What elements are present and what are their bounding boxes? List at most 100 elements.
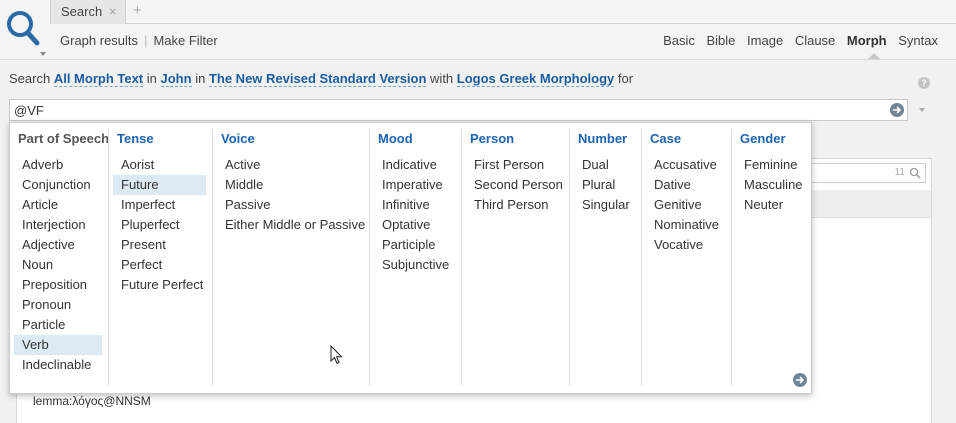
column-items: Adverb Conjunction Article Interjection Adje… [14, 155, 102, 375]
column-items: First Person Second Person Third Person [466, 155, 563, 215]
column-items: Indicative Imperative Infinitive Optative Pa… [374, 155, 455, 275]
tab-strip: Search × + [50, 0, 956, 24]
column-gender: Gender Feminine Masculine Neuter [731, 129, 811, 385]
column-items: Feminine Masculine Neuter [736, 155, 805, 215]
add-tab-icon[interactable]: + [133, 2, 142, 19]
morph-option[interactable]: Passive [217, 195, 363, 215]
morph-option[interactable]: Adjective [14, 235, 102, 255]
morph-option[interactable]: Preposition [14, 275, 102, 295]
morph-option[interactable]: Interjection [14, 215, 102, 235]
query-input[interactable] [14, 102, 874, 118]
more-arrow-icon[interactable] [793, 373, 807, 387]
morph-option[interactable]: First Person [466, 155, 563, 175]
morph-option[interactable]: Present [113, 235, 206, 255]
morphology-selector[interactable]: Logos Greek Morphology [456, 71, 615, 87]
column-items: Dual Plural Singular [574, 155, 635, 215]
morph-option[interactable]: Future [113, 175, 206, 195]
morph-option[interactable]: Optative [374, 215, 455, 235]
result-row-text[interactable]: lemma:λόγος@NNSM [33, 394, 151, 408]
go-arrow-icon[interactable] [890, 103, 904, 117]
column-tense: Tense Aorist Future Imperfect Pluperfect Pre… [108, 129, 212, 385]
morph-option[interactable]: Either Middle or Passive [217, 215, 365, 235]
morph-option[interactable]: Future Perfect [113, 275, 206, 295]
morph-option[interactable]: Vocative [646, 235, 725, 255]
query-box [9, 99, 908, 121]
morph-option[interactable]: Article [14, 195, 102, 215]
morph-option[interactable]: Participle [374, 235, 455, 255]
morph-option[interactable]: Noun [14, 255, 102, 275]
tab-image[interactable]: Image [747, 33, 783, 48]
morph-option[interactable]: Indicative [374, 155, 455, 175]
help-icon[interactable]: ? [918, 77, 930, 89]
morph-option[interactable]: Neuter [736, 195, 805, 215]
make-filter-button[interactable]: Make Filter [153, 33, 217, 48]
column-case: Case Accusative Dative Genitive Nominative V… [641, 129, 731, 385]
morph-option[interactable]: Imperative [374, 175, 455, 195]
column-part-of-speech: Part of Speech Adverb Conjunction Article I… [10, 129, 110, 385]
morph-option[interactable]: Genitive [646, 195, 725, 215]
column-person: Person First Person Second Person Third Pe… [461, 129, 569, 385]
column-header: Case [650, 131, 682, 146]
morph-option[interactable]: Active [217, 155, 363, 175]
tab-bible[interactable]: Bible [707, 33, 736, 48]
column-mood: Mood Indicative Imperative Infinitive Optat… [369, 129, 461, 385]
morph-option[interactable]: Verb [14, 335, 102, 355]
in-label-2: in [195, 71, 206, 86]
column-items: Aorist Future Imperfect Pluperfect Present Pe… [113, 155, 206, 295]
tab-basic[interactable]: Basic [663, 33, 695, 48]
morph-option[interactable]: Imperfect [113, 195, 206, 215]
search-icon [909, 167, 921, 182]
search-logo-icon[interactable] [0, 0, 50, 60]
morph-option[interactable]: Indeclinable [14, 355, 102, 375]
tab-morph[interactable]: Morph [847, 33, 887, 48]
results-count: 11 [894, 167, 905, 178]
morph-option[interactable]: Dative [646, 175, 725, 195]
morph-option[interactable]: Nominative [646, 215, 725, 235]
column-header: Mood [378, 131, 413, 146]
version-selector[interactable]: The New Revised Standard Version [208, 71, 427, 87]
column-header: Number [578, 131, 628, 146]
scope-selector[interactable]: All Morph Text [53, 71, 144, 87]
column-header: Part of Speech [18, 131, 110, 146]
morph-option[interactable]: Pluperfect [113, 215, 206, 235]
toolbar-links: Graph results | Make Filter [60, 33, 218, 48]
morph-option[interactable]: Feminine [736, 155, 805, 175]
morph-option[interactable]: Masculine [736, 175, 805, 195]
morph-option[interactable]: Pronoun [14, 295, 102, 315]
column-voice: Voice Active Middle Passive Either Middle o… [212, 129, 369, 385]
tab-search[interactable]: Search × [50, 0, 126, 24]
morph-option[interactable]: Adverb [14, 155, 102, 175]
morph-option[interactable]: Singular [574, 195, 635, 215]
for-label: for [617, 71, 634, 86]
morph-option[interactable]: Second Person [466, 175, 563, 195]
morph-option[interactable]: Perfect [113, 255, 206, 275]
morph-option[interactable]: Dual [574, 155, 635, 175]
morph-option[interactable]: Particle [14, 315, 102, 335]
morph-option[interactable]: Accusative [646, 155, 725, 175]
tab-label: Search [61, 4, 103, 19]
column-header: Person [470, 131, 515, 146]
morph-option[interactable]: Middle [217, 175, 363, 195]
history-dropdown-icon[interactable] [919, 108, 925, 112]
toolbar-separator: | [144, 33, 148, 48]
with-label: with [430, 71, 454, 86]
morph-option[interactable]: Plural [574, 175, 635, 195]
tab-syntax[interactable]: Syntax [898, 33, 938, 48]
column-items: Active Middle Passive Either Middle or Pass… [217, 155, 365, 235]
morph-option[interactable]: Subjunctive [374, 255, 455, 275]
morph-option[interactable]: Aorist [113, 155, 206, 175]
search-description: Search All Morph Text in John in The New… [9, 71, 634, 87]
active-mode-pointer [868, 53, 880, 59]
tab-clause[interactable]: Clause [795, 33, 835, 48]
results-filter-input[interactable]: 11 [806, 163, 926, 183]
column-header: Gender [740, 131, 786, 146]
morph-option[interactable]: Third Person [466, 195, 563, 215]
column-number: Number Dual Plural Singular [569, 129, 641, 385]
morph-option[interactable]: Conjunction [14, 175, 102, 195]
graph-results-button[interactable]: Graph results [60, 33, 138, 48]
morph-option[interactable]: Infinitive [374, 195, 455, 215]
book-selector[interactable]: John [160, 71, 192, 87]
close-icon[interactable]: × [109, 4, 117, 19]
morph-code-popup: Part of Speech Adverb Conjunction Article I… [9, 122, 812, 394]
column-header: Tense [117, 131, 154, 146]
